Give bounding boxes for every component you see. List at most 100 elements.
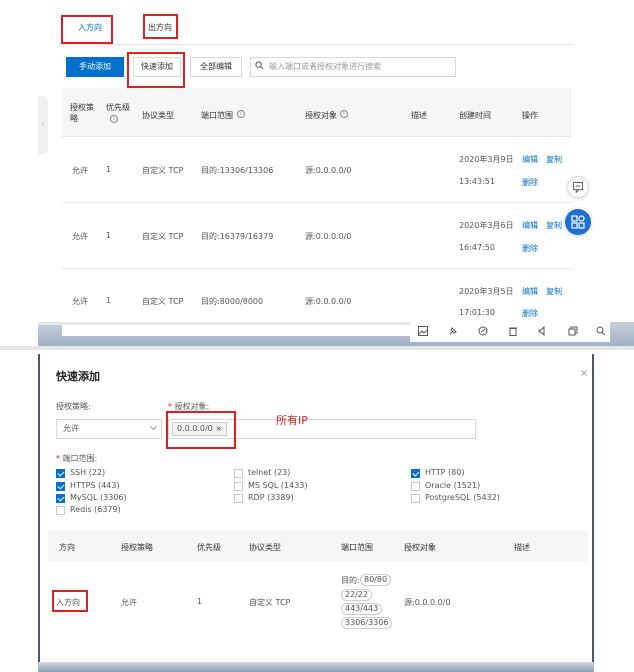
cell-ports: 目的:13306/13306: [201, 166, 274, 175]
preview-port-prefix: 目的:: [341, 576, 360, 585]
cell-protocol: 自定义 TCP: [142, 232, 184, 241]
pin-icon[interactable]: [448, 326, 458, 336]
copy-window-icon[interactable]: [568, 326, 578, 336]
highlight-box-quick-add: [127, 52, 185, 88]
delete-link[interactable]: 删除: [522, 243, 538, 254]
preview-source: 源:0.0.0.0/0: [404, 598, 451, 607]
edit-all-button[interactable]: 全部编辑: [190, 57, 242, 77]
preview-col-protocol: 协议类型: [249, 543, 281, 552]
preview-policy: 允许: [121, 598, 137, 607]
checkbox-redis[interactable]: [56, 506, 65, 515]
row-divider: [62, 268, 572, 269]
edit-link[interactable]: 编辑: [522, 220, 538, 231]
preview-col-direction: 方向: [59, 543, 75, 552]
source-info-icon[interactable]: i: [340, 110, 348, 118]
col-source: 授权对象: [305, 111, 337, 120]
port-option-label: PostgreSQL (5432): [425, 493, 500, 502]
cell-protocol: 自定义 TCP: [142, 297, 184, 306]
screenshot-root: ‹ 入方向 出方向 手动添加 快速添加 全部编辑 输入端口或者授权对象进行搜索 …: [0, 0, 634, 672]
preview-col-policy: 授权策略: [121, 543, 153, 552]
checkbox-ssh[interactable]: [56, 469, 65, 478]
image-icon[interactable]: [418, 326, 428, 336]
cell-policy: 允许: [72, 166, 88, 175]
copy-link[interactable]: 复制: [546, 286, 562, 297]
edit-link[interactable]: 编辑: [522, 286, 538, 297]
checkbox-rdp[interactable]: [234, 494, 243, 503]
manual-add-button[interactable]: 手动添加: [66, 57, 124, 77]
port-pill: 22/22: [341, 589, 373, 601]
cell-priority: 1: [106, 165, 112, 174]
quick-add-dialog: [38, 354, 594, 664]
search-input[interactable]: 输入端口或者授权对象进行搜索: [250, 57, 456, 77]
preview-col-description: 描述: [514, 543, 530, 552]
cell-priority: 1: [106, 296, 112, 305]
page-bottom-edge: [38, 322, 412, 325]
checkbox-mysql[interactable]: [56, 494, 65, 503]
dialog-bottom-edge: [38, 662, 594, 672]
cell-ports: 目的:16379/16379: [201, 232, 274, 241]
ports-info-icon[interactable]: i: [237, 110, 245, 118]
delete-link[interactable]: 删除: [522, 308, 538, 319]
preview-col-priority: 优先级: [197, 543, 221, 552]
collapse-left-chevron-icon[interactable]: ‹: [38, 96, 48, 154]
col-protocol: 协议类型: [142, 111, 174, 120]
chat-float-button[interactable]: [567, 176, 589, 198]
port-pill: 80/80: [360, 574, 392, 586]
copy-link[interactable]: 复制: [546, 220, 562, 231]
trash-icon[interactable]: [508, 326, 518, 336]
port-option-label: MS SQL (1433): [248, 481, 308, 490]
preview-priority: 1: [197, 597, 203, 606]
highlight-box-target: [166, 411, 236, 449]
checkbox-http[interactable]: [411, 469, 420, 478]
speaker-icon[interactable]: [538, 326, 548, 336]
apps-grid-icon: [571, 215, 585, 229]
cell-protocol: 自定义 TCP: [142, 166, 184, 175]
port-option-label: HTTP (80): [425, 468, 465, 477]
checkbox-mssql[interactable]: [234, 482, 243, 491]
port-option-label: HTTPS (443): [70, 481, 120, 490]
cell-time: 17:01:30: [459, 308, 495, 317]
close-icon[interactable]: ×: [580, 368, 588, 379]
delete-link[interactable]: 删除: [522, 177, 538, 188]
cell-policy: 允许: [72, 232, 88, 241]
checkbox-https[interactable]: [56, 482, 65, 491]
highlight-box-inbound: [61, 15, 113, 44]
checkbox-oracle[interactable]: [411, 482, 420, 491]
policy-select[interactable]: 允许: [56, 419, 162, 439]
edit-link[interactable]: 编辑: [522, 154, 538, 165]
checkbox-telnet[interactable]: [234, 469, 243, 478]
cell-time: 13:43:51: [459, 177, 495, 186]
col-description: 描述: [411, 111, 427, 120]
section-separator: [0, 346, 634, 350]
cell-ports: 目的:8000/8000: [201, 297, 264, 306]
port-range-label: * 端口范围:: [56, 454, 98, 463]
cell-source: 源:0.0.0.0/0: [305, 232, 352, 241]
apps-float-button[interactable]: [565, 209, 591, 235]
dialog-title: 快速添加: [56, 370, 100, 383]
cell-policy: 允许: [72, 297, 88, 306]
cell-date: 2020年3月6日: [459, 221, 514, 230]
cell-source: 源:0.0.0.0/0: [305, 297, 352, 306]
draw-icon[interactable]: [478, 326, 488, 336]
chevron-down-icon: [150, 426, 157, 431]
annotation-all-ip: 所有IP: [276, 414, 308, 427]
zoom-icon[interactable]: [596, 326, 606, 336]
cell-date: 2020年3月9日: [459, 155, 514, 164]
col-created: 创建时间: [459, 111, 491, 120]
preview-col-ports: 端口范围: [341, 543, 373, 552]
cell-source: 源:0.0.0.0/0: [305, 166, 352, 175]
screenshot-toolbar: [410, 322, 610, 342]
col-ports: 端口范围: [201, 111, 233, 120]
port-option-label: RDP (3389): [248, 493, 294, 502]
priority-info-icon[interactable]: i: [110, 115, 118, 123]
col-priority: 优先级: [106, 103, 130, 112]
row-divider: [62, 136, 572, 137]
checkbox-postgresql[interactable]: [411, 494, 420, 503]
port-option-label: SSH (22): [70, 468, 106, 477]
port-option-label: Redis (6379): [70, 505, 121, 514]
chat-icon: [573, 182, 583, 194]
cell-priority: 1: [106, 231, 112, 240]
copy-link[interactable]: 复制: [546, 154, 562, 165]
port-option-label: MySQL (3306): [70, 493, 127, 502]
cell-date: 2020年3月5日: [459, 287, 514, 296]
